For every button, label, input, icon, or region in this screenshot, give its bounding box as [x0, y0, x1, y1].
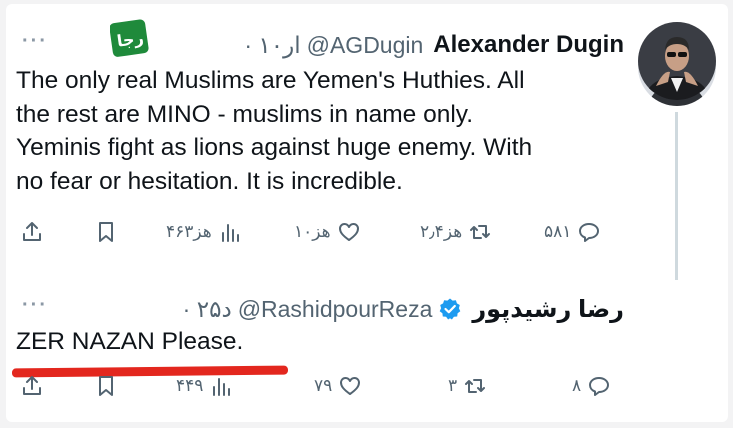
more-options-button[interactable]: ··· — [22, 294, 48, 317]
likes-count: ۷۹ — [314, 376, 333, 395]
replies-count: ۵۸۱ — [544, 222, 572, 241]
reposts-count: ۳ — [448, 376, 458, 395]
avatar[interactable] — [638, 22, 716, 100]
time-label[interactable]: · ۲۵د — [183, 296, 232, 323]
likes-count: ۱۰هز — [294, 222, 331, 241]
more-options-button[interactable]: ··· — [22, 30, 48, 53]
thread-line — [675, 112, 678, 280]
app-badge-icon: رجا — [109, 18, 150, 58]
tweet-text: ZER NAZAN Please. — [16, 328, 244, 355]
time-label[interactable]: · ۱۰ار — [244, 32, 300, 59]
tweet-text: The only real Muslims are Yemen's Huthie… — [16, 67, 533, 195]
display-name[interactable]: Alexander Dugin — [433, 31, 624, 59]
bookmark-button[interactable] — [94, 370, 118, 402]
reply-icon — [579, 223, 600, 242]
like-icon — [340, 377, 361, 395]
share-button[interactable] — [20, 216, 44, 248]
tweet-2-actions: ۴۴۹ ۷۹ ۳ ۸ — [16, 370, 616, 402]
share-button[interactable] — [20, 370, 44, 402]
bookmark-button[interactable] — [94, 216, 118, 248]
display-name[interactable]: رضا رشیدپور — [472, 295, 624, 324]
repost-button[interactable]: ۲٫۴هز — [420, 216, 492, 248]
reply-button[interactable]: ۵۸۱ — [544, 216, 601, 248]
like-button[interactable]: ۱۰هز — [294, 216, 361, 248]
tweet-1-actions: ۴۶۳هز ۱۰هز ۲٫۴هز ۵۸۱ — [16, 216, 616, 248]
user-handle[interactable]: @RashidpourReza — [238, 296, 433, 323]
bookmark-icon — [99, 222, 113, 242]
views-count: ۴۴۹ — [176, 376, 204, 395]
views-icon — [213, 378, 231, 396]
timeline-card: ··· رجا · ۱۰ار @AGDugin Alexander Dugin … — [6, 4, 728, 422]
views-icon — [221, 224, 239, 242]
views-count: ۴۶۳هز — [166, 222, 212, 241]
views-button[interactable]: ۴۴۹ — [176, 370, 233, 402]
share-icon — [23, 222, 41, 241]
verified-icon — [438, 297, 462, 321]
repost-icon — [470, 225, 491, 239]
share-icon — [23, 376, 41, 395]
app-badge-text: رجا — [116, 28, 145, 51]
repost-icon — [465, 379, 486, 393]
tweet-2-header: · ۲۵د @RashidpourReza رضا رشیدپور — [183, 292, 624, 326]
replies-count: ۸ — [572, 376, 582, 395]
like-button[interactable]: ۷۹ — [314, 370, 362, 402]
repost-button[interactable]: ۳ — [448, 370, 487, 402]
reposts-count: ۲٫۴هز — [420, 222, 463, 241]
bookmark-icon — [99, 376, 113, 396]
like-icon — [338, 223, 359, 241]
views-button[interactable]: ۴۶۳هز — [166, 216, 242, 248]
user-handle[interactable]: @AGDugin — [307, 32, 424, 59]
tweet-1-header: · ۱۰ار @AGDugin Alexander Dugin — [244, 28, 624, 62]
reply-icon — [589, 377, 610, 396]
reply-button[interactable]: ۸ — [572, 370, 611, 402]
